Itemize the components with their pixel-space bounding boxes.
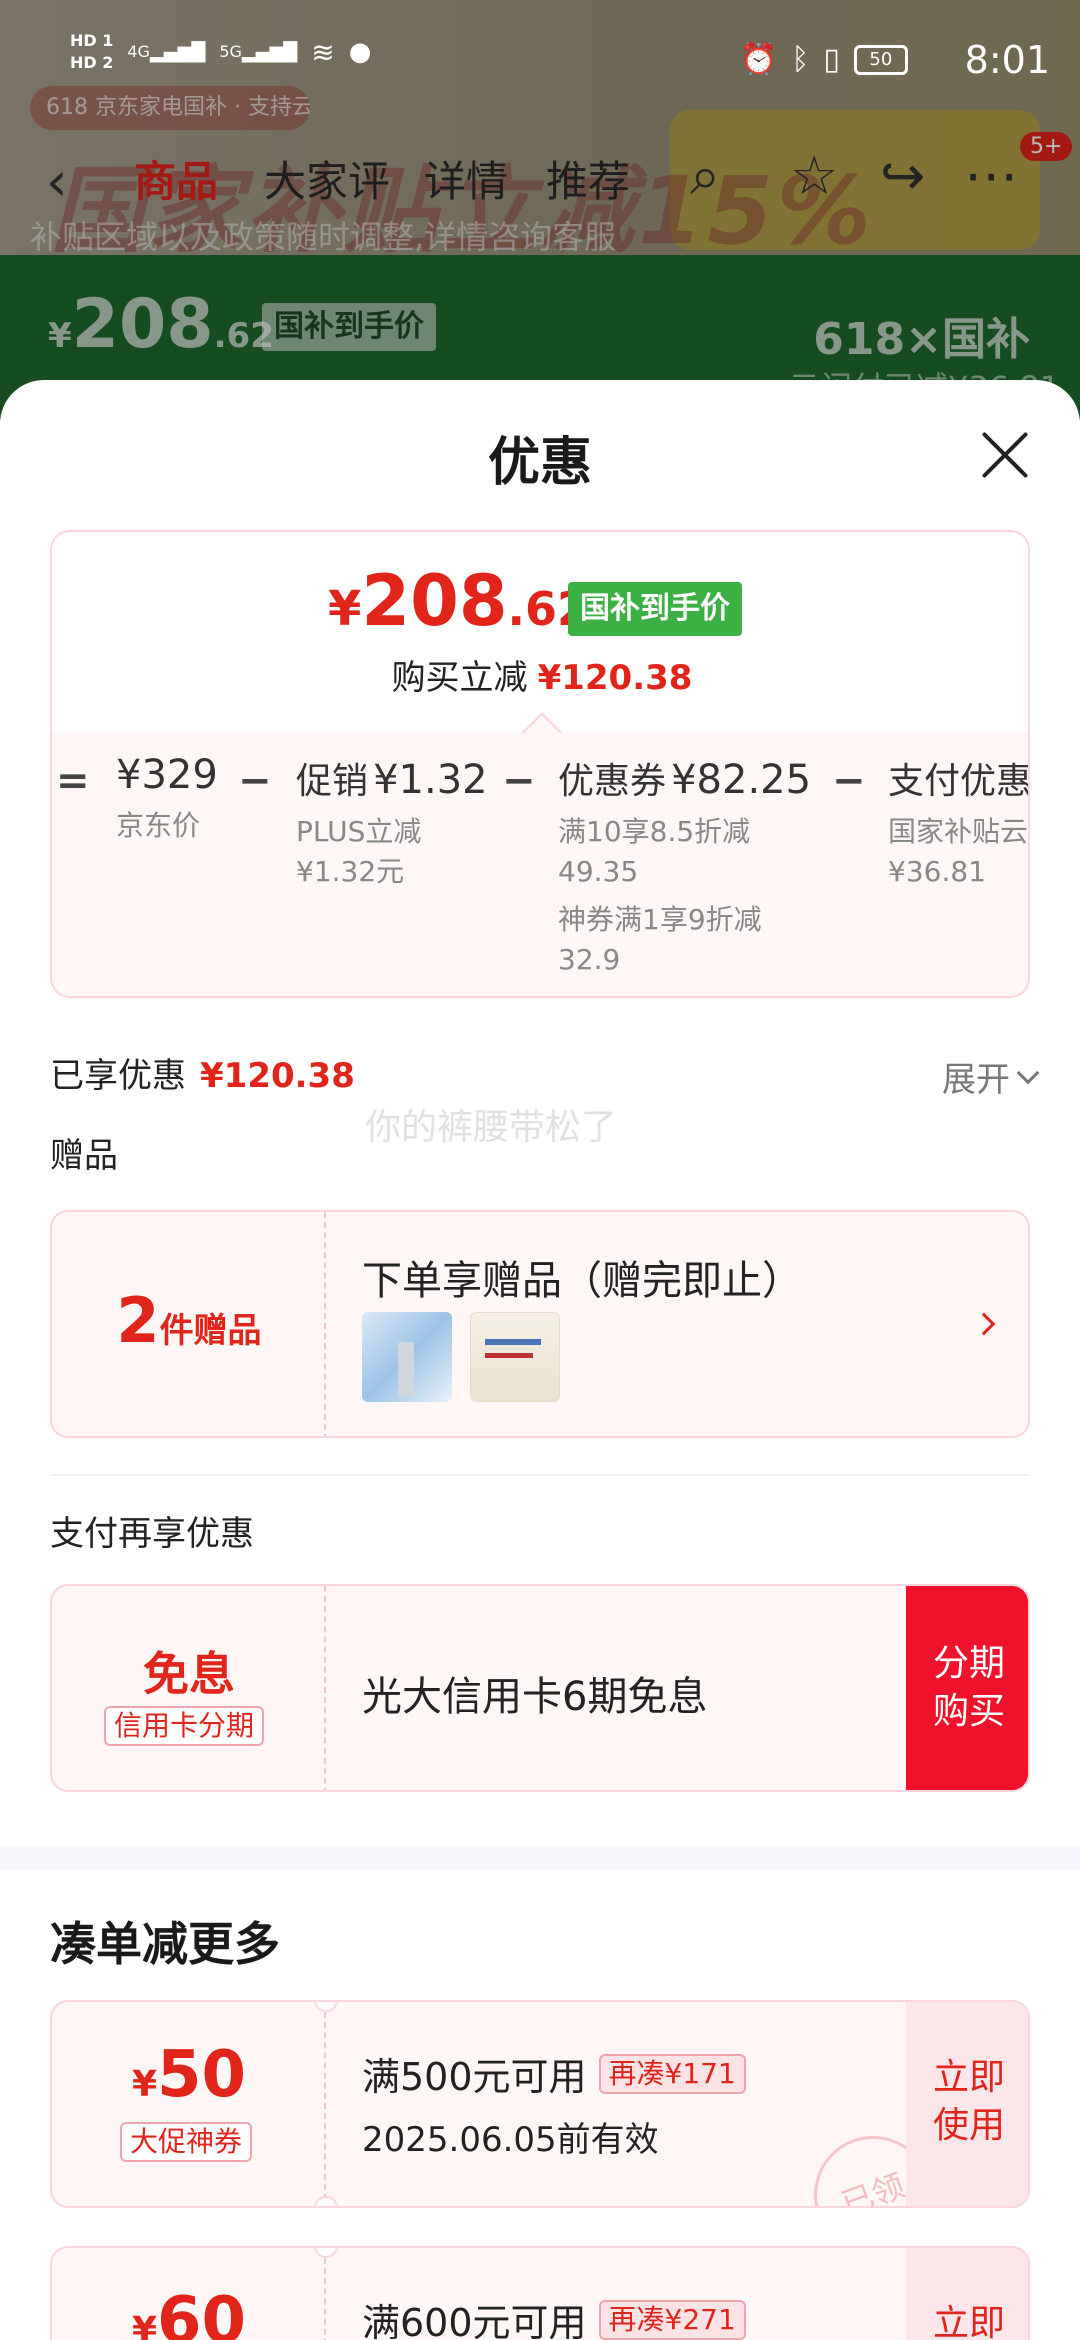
coupon-condition: 满600元可用 再凑¥271	[362, 2292, 746, 2340]
minus-sign: −	[832, 758, 866, 804]
signal-4g-icon: 4G▂▄▆█	[127, 41, 206, 63]
breakdown-coupon: 优惠券 ¥82.25 满10享8.5折减 49.35 神券满1享9折减 32.9	[558, 757, 812, 976]
breakdown-promotion: 促销 ¥1.32 PLUS立减 ¥1.32元	[296, 757, 488, 888]
price-breakdown-card: ¥208.62 国补到手价 购买立减 ¥120.38 = ¥329 京东价 − 促…	[50, 530, 1030, 998]
purchase-reduction: 购买立减 ¥120.38	[391, 658, 693, 698]
hd2-indicator: HD 2	[70, 53, 114, 72]
final-price: ¥208.62	[328, 560, 590, 642]
interest-free-label: 免息	[143, 1647, 235, 1701]
gift-count: 2件赠品	[116, 1284, 262, 1357]
installment-left-panel: 免息 信用卡分期	[52, 1586, 326, 1790]
gift-title: 下单享赠品（赠完即止）	[362, 1258, 802, 1304]
expand-toggle[interactable]: 展开	[942, 1052, 1040, 1101]
use-now-button[interactable]: 立即 使用	[906, 2002, 1028, 2206]
section-divider	[50, 1474, 1030, 1476]
gift-count-panel: 2件赠品	[52, 1212, 326, 1436]
discount-sheet: 优惠 ¥208.62 国补到手价 购买立减 ¥120.38 = ¥329 京东价 …	[0, 380, 1080, 2340]
minus-sign: −	[502, 758, 536, 804]
coupon-condition: 满500元可用 再凑¥171	[362, 2046, 746, 2101]
subsidy-price-tag: 国补到手价	[568, 582, 742, 636]
installment-title: 光大信用卡6期免息	[362, 1674, 708, 1720]
payment-discount-label: 支付再享优惠	[50, 1514, 254, 1554]
chevron-right-icon	[972, 1312, 996, 1336]
installment-card: 免息 信用卡分期 光大信用卡6期免息 分期 购买	[50, 1584, 1030, 1792]
breakdown-header: ¥208.62 国补到手价 购买立减 ¥120.38	[52, 532, 1028, 732]
gift-thumbnail-2[interactable]	[470, 1312, 560, 1402]
more-discount-title: 凑单减更多	[50, 1917, 280, 1971]
coupon-value-panel: ¥50 大促神券	[52, 2002, 326, 2206]
coupon-validity: 2025.06.05前有效	[362, 2120, 659, 2160]
status-right: ⏰ ᛒ ▯ 50	[740, 42, 908, 77]
enjoyed-discount: 已享优惠 ¥120.38	[50, 1056, 355, 1096]
add-more-tag: 再凑¥271	[598, 2299, 746, 2340]
status-bar: HD 1 HD 2 4G▂▄▆█ 5G▂▄▆█ ≋ ● ⏰ ᛒ ▯ 50 8:0…	[0, 0, 1080, 120]
hd1-indicator: HD 1	[70, 31, 114, 50]
gift-thumbnail-1[interactable]	[362, 1312, 452, 1402]
gift-card[interactable]: 2件赠品 下单享赠品（赠完即止）	[50, 1210, 1030, 1438]
coupon-value-panel: ¥60	[52, 2248, 326, 2340]
wifi-icon: ≋	[311, 35, 335, 69]
close-icon[interactable]	[970, 420, 1040, 490]
status-left: HD 1 HD 2 4G▂▄▆█ 5G▂▄▆█ ≋ ●	[70, 30, 371, 74]
status-time: 8:01	[964, 38, 1050, 82]
battery-icon: 50	[853, 44, 908, 75]
coupon-value: ¥50	[131, 2038, 247, 2112]
coupon-value: ¥60	[131, 2284, 247, 2340]
vibrate-icon: ▯	[823, 42, 840, 77]
sheet-title: 优惠	[487, 433, 592, 493]
coupon-card: ¥50 大促神券 满500元可用 再凑¥171 2025.06.05前有效 已领…	[50, 2000, 1030, 2208]
use-now-button[interactable]: 立即	[906, 2248, 1028, 2340]
breakdown-items: = ¥329 京东价 − 促销 ¥1.32 PLUS立减 ¥1.32元 − 优惠…	[52, 732, 1030, 996]
minus-sign: −	[238, 758, 272, 804]
watermark-text: 你的裤腰带松了	[365, 1107, 618, 1148]
coupon-card: ¥60 满600元可用 再凑¥271 立即	[50, 2246, 1030, 2340]
breakdown-payment: 支付优惠 国家补贴云 ¥36.81	[888, 761, 1030, 888]
coupon-notch	[314, 2196, 338, 2206]
wechat-icon: ●	[348, 37, 372, 67]
bluetooth-icon: ᛒ	[791, 42, 810, 77]
coupon-type-tag: 大促神券	[120, 2122, 253, 2162]
add-more-tag: 再凑¥171	[598, 2053, 746, 2094]
breakdown-jd-price: ¥329 京东价	[116, 752, 218, 842]
chevron-down-icon	[1016, 1061, 1040, 1084]
gifts-label: 赠品	[50, 1136, 118, 1176]
equals-sign: =	[56, 758, 90, 804]
alarm-icon: ⏰	[740, 42, 778, 77]
section-gap	[0, 1846, 1080, 1870]
signal-5g-icon: 5G▂▄▆█	[219, 41, 298, 63]
credit-installment-tag: 信用卡分期	[104, 1706, 265, 1746]
installment-buy-button[interactable]: 分期 购买	[906, 1586, 1028, 1790]
